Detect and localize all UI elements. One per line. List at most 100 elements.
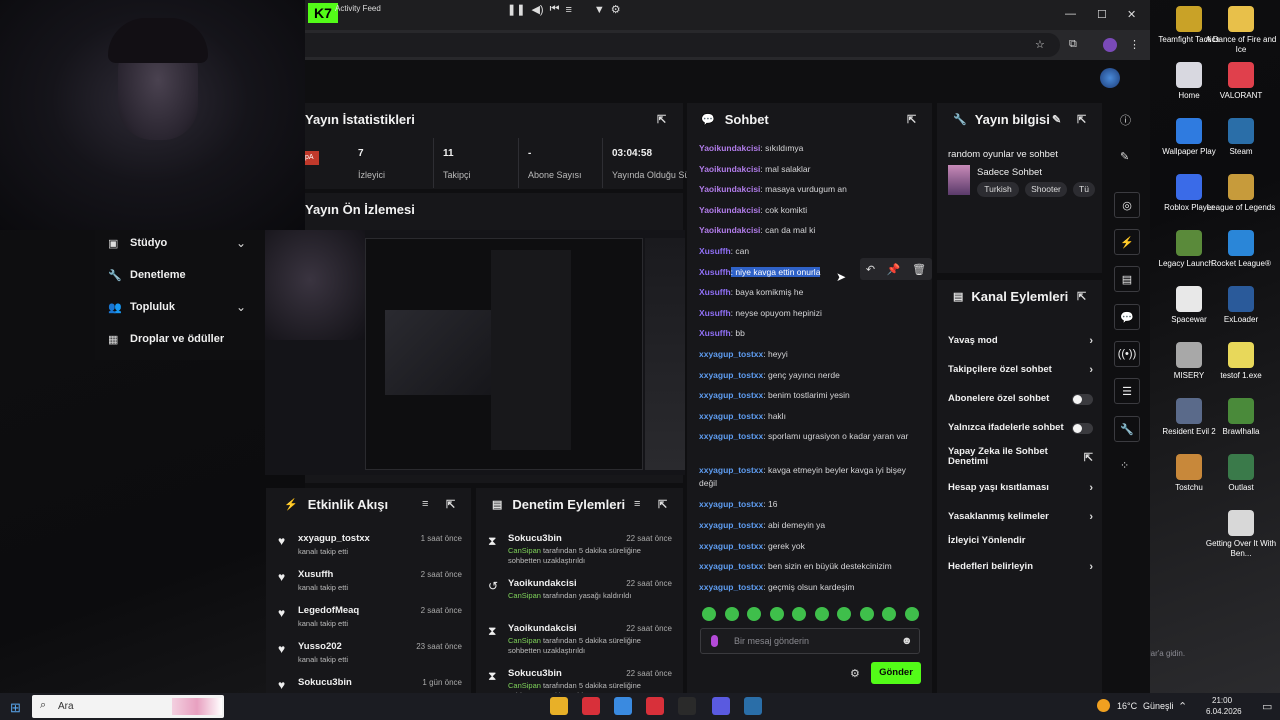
emote-icon[interactable] [859, 607, 874, 621]
weather-icon[interactable] [1097, 699, 1110, 712]
chat-settings-icon[interactable]: ⚙ [850, 667, 860, 680]
emote-icon[interactable] [882, 607, 896, 621]
pencil-icon[interactable]: ✎ [1120, 150, 1129, 163]
windows-start-icon[interactable]: ⊞ [10, 700, 21, 716]
list-button[interactable]: ☰ [1114, 378, 1140, 404]
weather-desc[interactable]: Güneşli [1143, 701, 1174, 711]
chat-message[interactable]: xxyagup_tostxx: gerek yok [699, 540, 919, 553]
channel-avatar[interactable] [1100, 68, 1120, 88]
desktop-icon[interactable]: Rocket League® [1204, 230, 1278, 269]
moderation-item[interactable]: ⧗ Yaoikundakcisi 22 saat önce CanSipan taraf… [480, 620, 680, 660]
red-app-icon[interactable] [582, 697, 600, 715]
gear-icon[interactable]: ⚙ [611, 3, 621, 16]
chevron-right-icon[interactable]: › [1089, 561, 1093, 573]
popout-icon[interactable]: ⇱ [657, 113, 666, 126]
chat-message[interactable]: xxyagup_tostxx: haklı [699, 410, 919, 423]
menu-icon[interactable]: ≡ [565, 3, 571, 16]
chat-username[interactable]: xxyagup_tostxx [699, 541, 763, 551]
activity-item[interactable]: ♥ xxyagup_tostxx 1 saat önce kanalı takip e… [270, 530, 470, 562]
send-button[interactable]: Gönder [871, 662, 921, 684]
camera-button[interactable]: ◎ [1114, 192, 1140, 218]
document-button[interactable]: ▤ [1114, 266, 1140, 292]
profile-avatar-icon[interactable] [1103, 38, 1117, 52]
desktop-icon[interactable]: Brawlhalla [1204, 398, 1278, 437]
chat-button[interactable]: 💬 [1114, 304, 1140, 330]
emote-icon[interactable] [814, 607, 829, 621]
chat-username[interactable]: xxyagup_tostxx [699, 390, 763, 400]
chevron-right-icon[interactable]: › [1089, 482, 1093, 494]
chat-message[interactable]: xxyagup_tostxx: geçmiş olsun kardeşim [699, 581, 919, 594]
stream-preview-video[interactable] [265, 230, 685, 475]
edit-icon[interactable]: ✎ [1052, 113, 1061, 126]
desktop-icon[interactable]: testof 1.exe [1204, 342, 1278, 381]
emote-icon[interactable] [747, 607, 761, 621]
channel-action-item[interactable]: İzleyici Yönlendir [948, 533, 1093, 549]
toggle-switch[interactable] [1071, 422, 1093, 434]
minimize-button[interactable]: — [1065, 8, 1076, 20]
chat-username[interactable]: Xusuffh [699, 328, 731, 338]
tray-chevron-icon[interactable]: ⌃ [1178, 700, 1187, 713]
reply-icon[interactable]: ↶ [866, 263, 875, 276]
nav-item[interactable]: 🔧 Denetleme [108, 268, 253, 284]
desktop-icon[interactable]: Steam [1204, 118, 1278, 157]
activity-item[interactable]: ♥ LegedofMeaq 2 saat önce kanalı takip etti [270, 602, 470, 634]
channel-action-item[interactable]: Takipçilere özel sohbet › [948, 362, 1093, 378]
chat-username[interactable]: xxyagup_tostxx [699, 370, 763, 380]
chat-username[interactable]: xxyagup_tostxx [699, 561, 763, 571]
desktop-icon[interactable]: League of Legends [1204, 174, 1278, 213]
file-explorer-icon[interactable] [550, 697, 568, 715]
weather-temp[interactable]: 16°C [1117, 701, 1137, 711]
channel-action-item[interactable]: Yasaklanmış kelimeler › [948, 509, 1093, 525]
clock-date[interactable]: 6.04.2026 [1206, 707, 1242, 716]
desktop-icon[interactable]: Outlast [1204, 454, 1278, 493]
github-icon[interactable] [678, 697, 696, 715]
clock-time[interactable]: 21:00 [1212, 696, 1232, 705]
chat-message[interactable]: Yaoikundakcisi: masaya vurdugum an [699, 183, 919, 196]
emote-icon[interactable] [792, 607, 806, 621]
broadcast-button[interactable]: ((•)) [1114, 341, 1140, 367]
moderation-item[interactable]: ↺ Yaoikundakcisi 22 saat önce CanSipan taraf… [480, 575, 680, 615]
chat-username[interactable]: xxyagup_tostxx [699, 582, 763, 592]
chat-username[interactable]: xxyagup_tostxx [699, 465, 763, 475]
channel-action-item[interactable]: Hedefleri belirleyin › [948, 559, 1093, 575]
taskbar-search[interactable]: ⌕ Ara [32, 695, 224, 718]
teams-icon[interactable] [712, 697, 730, 715]
filter-icon[interactable]: ▼ [594, 3, 605, 16]
chat-username[interactable]: xxyagup_tostxx [699, 499, 763, 509]
chat-username[interactable]: Yaoikundakcisi [699, 184, 760, 194]
chat-message[interactable]: xxyagup_tostxx: 16 [699, 498, 919, 511]
bookmark-star-icon[interactable]: ☆ [1035, 38, 1045, 51]
channel-action-item[interactable]: Yavaş mod › [948, 333, 1093, 349]
emote-icon[interactable] [904, 607, 919, 621]
extensions-icon[interactable]: ⧉ [1069, 38, 1077, 51]
pause-icon[interactable]: ❚❚ [507, 3, 525, 16]
chat-username[interactable]: Xusuffh [699, 246, 731, 256]
chat-message[interactable]: Yaoikundakcisi: cok komikti [699, 204, 919, 217]
chat-username[interactable]: Yaoikundakcisi [699, 143, 760, 153]
chat-message[interactable]: Yaoikundakcisi: can da mal ki [699, 224, 919, 237]
url-field[interactable] [305, 33, 1060, 57]
emote-icon[interactable] [769, 607, 784, 621]
chat-username[interactable]: Xusuffh [699, 287, 731, 297]
emoji-icon[interactable]: ☻ [901, 635, 913, 647]
emote-icon[interactable] [702, 607, 716, 621]
activity-item[interactable]: ♥ Yusso202 23 saat önce kanalı takip etti [270, 638, 470, 670]
desktop-icon[interactable]: A Dance of Fire and Ice [1204, 6, 1278, 55]
pin-icon[interactable]: 📌 [887, 263, 901, 276]
chevron-right-icon[interactable]: › [1089, 511, 1093, 523]
chat-input[interactable]: Bir mesaj gönderin ☻ [700, 628, 920, 654]
chat-message[interactable]: Xusuffh: neyse opuyom hepinizi [699, 307, 919, 320]
chat-message[interactable]: Yaoikundakcisi: mal salaklar [699, 163, 919, 176]
chat-message[interactable]: xxyagup_tostxx: abi demeyin ya [699, 519, 919, 532]
steam-icon[interactable] [744, 697, 762, 715]
nav-item[interactable]: 👥 Topluluk ⌄ [108, 300, 253, 316]
desktop-icon[interactable]: Getting Over It With Ben... [1204, 510, 1278, 559]
chat-username[interactable]: Xusuffh [699, 308, 731, 318]
chat-message[interactable]: Yaoikundakcisi: sıkıldımya [699, 142, 919, 155]
chat-message[interactable]: xxyagup_tostxx: ben sizin en büyük deste… [699, 560, 919, 573]
chat-message[interactable]: Xusuffh: bb [699, 327, 919, 340]
info-icon[interactable]: ⓘ [1120, 112, 1131, 128]
notifications-icon[interactable]: ▭ [1262, 700, 1272, 713]
channel-action-item[interactable]: Yapay Zeka ile Sohbet Denetimi ⇱ [948, 447, 1093, 467]
toggle-switch[interactable] [1071, 393, 1093, 405]
